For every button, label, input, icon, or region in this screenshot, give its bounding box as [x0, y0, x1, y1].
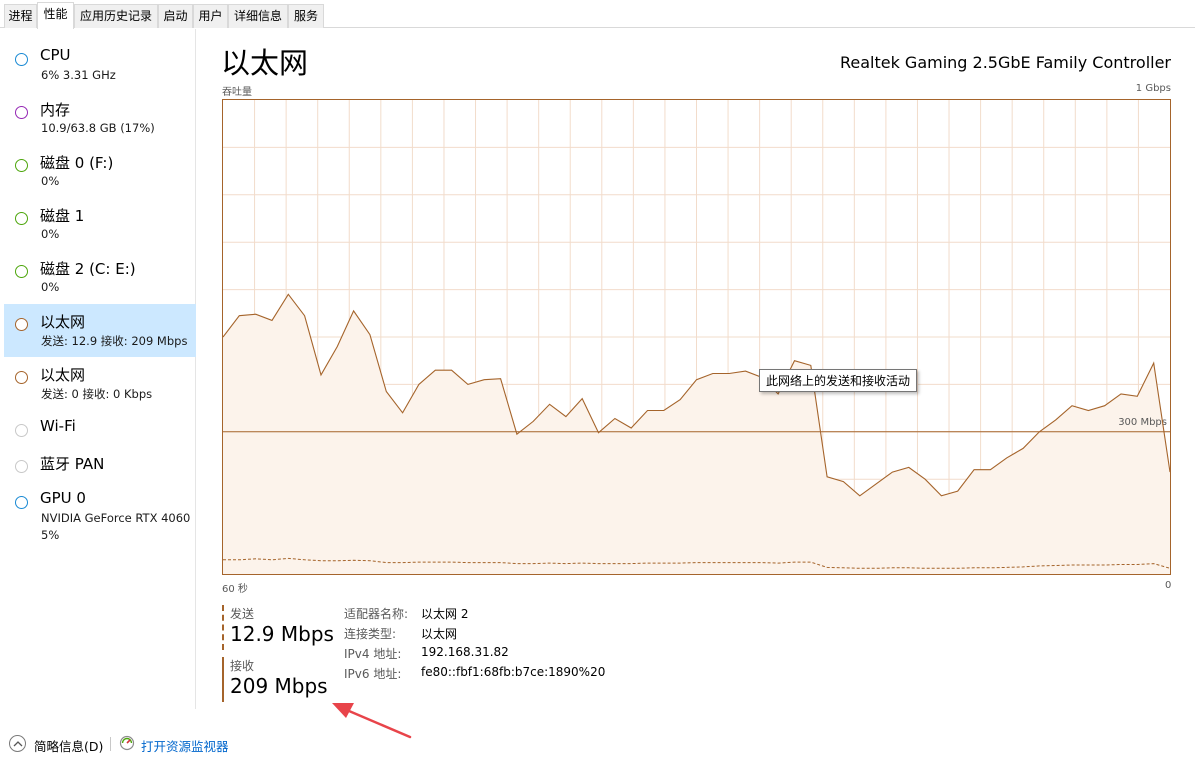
tab-bar: 进程 性能 应用历史记录 启动 用户 详细信息 服务 [0, 0, 1195, 29]
sidebar-item-value: 发送: 12.9 接收: 209 Mbps [41, 334, 188, 348]
sidebar-item-label: 内存 [40, 101, 71, 119]
sidebar-item-label: Wi-Fi [40, 417, 76, 435]
receive-label: 接收 [230, 659, 255, 673]
footer-divider [110, 737, 111, 751]
wifi-indicator-icon [15, 424, 28, 437]
sidebar-item-label: 磁盘 2 (C: E:) [40, 260, 136, 278]
graph-tooltip: 此网络上的发送和接收活动 [759, 369, 918, 392]
info-value: 以太网 2 [421, 607, 469, 621]
tab-processes[interactable]: 进程 [4, 4, 37, 28]
send-legend-line [222, 605, 224, 650]
resource-monitor-icon[interactable] [119, 735, 135, 751]
footer-bar: 简略信息(D) 打开资源监视器 [0, 728, 1195, 768]
info-key: 连接类型: [344, 627, 397, 641]
tab-startup[interactable]: 启动 [158, 4, 193, 28]
tab-app-history[interactable]: 应用历史记录 [74, 4, 158, 28]
page-title: 以太网 [221, 46, 309, 80]
sidebar-item-value: 0% [41, 227, 60, 241]
sidebar-item-value: NVIDIA GeForce RTX 4060 [41, 511, 191, 525]
sidebar-item-label: GPU 0 [40, 489, 86, 507]
sidebar-item-memory[interactable]: 内存 10.9/63.8 GB (17%) [4, 92, 196, 145]
gpu-indicator-icon [15, 496, 28, 509]
open-resource-monitor-link[interactable]: 打开资源监视器 [141, 736, 229, 755]
disk-indicator-icon [15, 265, 28, 278]
sidebar-item-cpu[interactable]: CPU 6% 3.31 GHz [4, 39, 196, 92]
tab-services[interactable]: 服务 [288, 4, 324, 28]
sidebar-item-label: 以太网 [40, 313, 86, 331]
sidebar-item-usage: 5% [41, 528, 60, 542]
sidebar-item-value: 0% [41, 280, 60, 294]
info-key: IPv6 地址: [344, 667, 402, 681]
info-key: IPv4 地址: [344, 647, 402, 661]
scale-line-label: 300 Mbps [1118, 417, 1167, 428]
throughput-chart: 300 Mbps [223, 100, 1170, 574]
memory-indicator-icon [15, 106, 28, 119]
sidebar-item-disk-1[interactable]: 磁盘 1 0% [4, 198, 196, 251]
sidebar-item-value: 0% [41, 174, 60, 188]
ethernet-indicator-icon [15, 318, 28, 331]
send-stat: 发送 12.9 Mbps [222, 605, 334, 650]
info-key: 适配器名称: [344, 607, 409, 621]
disk-indicator-icon [15, 159, 28, 172]
sidebar-item-value: 10.9/63.8 GB (17%) [41, 121, 155, 135]
sidebar-item-label: 磁盘 1 [40, 207, 85, 225]
collapse-icon[interactable] [9, 735, 26, 752]
resource-sidebar: CPU 6% 3.31 GHz 内存 10.9/63.8 GB (17%) 磁盘… [0, 29, 196, 709]
sidebar-item-bluetooth-pan[interactable]: 蓝牙 PAN [4, 446, 196, 482]
tab-users[interactable]: 用户 [193, 4, 228, 28]
sidebar-item-label: 以太网 [40, 366, 86, 384]
graph-max-label: 1 Gbps [1135, 83, 1171, 94]
send-label: 发送 [230, 607, 255, 621]
cpu-indicator-icon [15, 53, 28, 66]
adapter-device-name: Realtek Gaming 2.5GbE Family Controller [839, 53, 1171, 72]
sidebar-item-label: 蓝牙 PAN [40, 455, 105, 473]
tab-details[interactable]: 详细信息 [228, 4, 288, 28]
send-value: 12.9 Mbps [230, 622, 334, 646]
sidebar-item-wifi[interactable]: Wi-Fi [4, 410, 196, 446]
info-value: 192.168.31.82 [421, 645, 509, 659]
ethernet-indicator-icon [15, 371, 28, 384]
receive-stat: 接收 209 Mbps [222, 657, 332, 702]
info-value: 以太网 [421, 627, 458, 641]
sidebar-item-value: 发送: 0 接收: 0 Kbps [41, 387, 153, 401]
tab-performance[interactable]: 性能 [37, 2, 74, 29]
sidebar-item-gpu-0[interactable]: GPU 0 NVIDIA GeForce RTX 4060 5% [4, 482, 196, 544]
graph-label: 吞吐量 [222, 87, 252, 98]
info-value: fe80::fbf1:68fb:b7ce:1890%20 [421, 665, 606, 679]
sidebar-item-label: CPU [40, 46, 71, 64]
sidebar-item-ethernet-2[interactable]: 以太网 发送: 12.9 接收: 209 Mbps [4, 304, 196, 357]
receive-legend-line [222, 657, 224, 702]
throughput-graph[interactable]: 300 Mbps 此网络上的发送和接收活动 [222, 99, 1171, 575]
time-axis-end: 0 [1165, 580, 1172, 591]
sidebar-item-ethernet[interactable]: 以太网 发送: 0 接收: 0 Kbps [4, 357, 196, 410]
fewer-details-button[interactable]: 简略信息(D) [34, 736, 103, 755]
sidebar-item-disk-0[interactable]: 磁盘 0 (F:) 0% [4, 145, 196, 198]
sidebar-item-value: 6% 3.31 GHz [41, 68, 116, 82]
sidebar-item-label: 磁盘 0 (F:) [40, 154, 114, 172]
time-axis-start: 60 秒 [222, 584, 248, 595]
disk-indicator-icon [15, 212, 28, 225]
receive-value: 209 Mbps [230, 674, 328, 698]
bluetooth-indicator-icon [15, 460, 28, 473]
sidebar-item-disk-2[interactable]: 磁盘 2 (C: E:) 0% [4, 251, 196, 304]
